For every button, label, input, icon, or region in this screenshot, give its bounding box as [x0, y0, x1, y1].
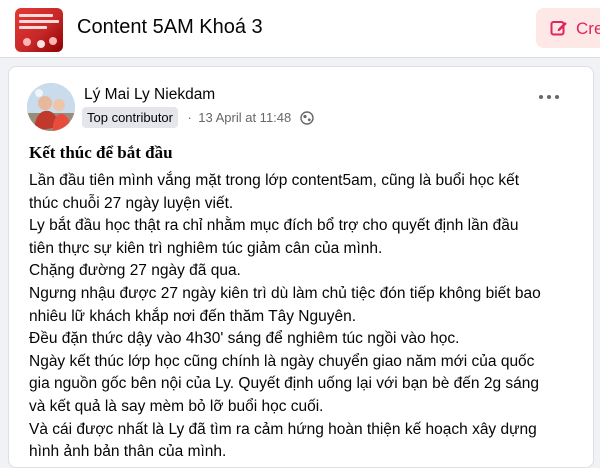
globe-icon[interactable] [300, 110, 314, 125]
avatar-photo [27, 83, 75, 131]
group-cover-thumbnail[interactable] [15, 8, 63, 52]
post-line: gia nguồn gốc bên nội của Ly. Quyết định… [29, 375, 539, 393]
post-line: hình ảnh bản thân của mình. [29, 443, 227, 461]
post-line: Ly bắt đầu học thật ra chỉ nhằm mục đích… [29, 217, 519, 235]
post-line: Ngày kết thúc lớp học cũng chính là ngày… [29, 352, 535, 370]
meta-separator: · [187, 110, 192, 125]
group-header: Content 5AM Khoá 3 Cre [0, 0, 600, 58]
group-title[interactable]: Content 5AM Khoá 3 [77, 16, 263, 39]
top-contributor-badge[interactable]: Top contributor [82, 107, 178, 128]
post-line: Đều đặn thức dậy vào 4h30' sáng để nghiê… [29, 330, 460, 348]
post-title: Kết thúc để bắt đầu [29, 143, 173, 162]
post-line: Lần đầu tiên mình vắng mặt trong lớp con… [29, 172, 520, 189]
post-meta: Top contributor · 13 April at 11:48 [82, 107, 314, 129]
post-timestamp[interactable]: 13 April at 11:48 [198, 110, 291, 125]
post-line: tiên thực sự kiên trì nghiêm túc giảm câ… [29, 239, 383, 257]
create-button-label: Cre [576, 19, 600, 38]
post-body: Lần đầu tiên mình vắng mặt trong lớp con… [29, 170, 584, 464]
post-line: thúc chuỗi 27 ngày luyện viết. [29, 194, 234, 212]
post-line: Ngưng nhậu được 27 ngày kiên trì dù làm … [29, 284, 541, 302]
create-post-button[interactable]: Cre [536, 8, 600, 48]
post-line: và kết quả là say mèm bỏ lỡ buổi học cuố… [29, 397, 324, 415]
more-options-icon[interactable] [537, 89, 565, 105]
edit-icon [550, 21, 567, 36]
author-avatar[interactable] [27, 83, 75, 131]
post-card: Lý Mai Ly Niekdam Top contributor · 13 A… [8, 66, 594, 468]
post-line: nhiêu lữ khách khắp nơi đến thăm Tây Ngu… [29, 307, 357, 325]
author-name[interactable]: Lý Mai Ly Niekdam [84, 86, 215, 104]
post-line: Và cái được nhất là Ly đã tìm ra cảm hứn… [29, 420, 537, 438]
post-line: Chặng đường 27 ngày đã qua. [29, 262, 241, 280]
